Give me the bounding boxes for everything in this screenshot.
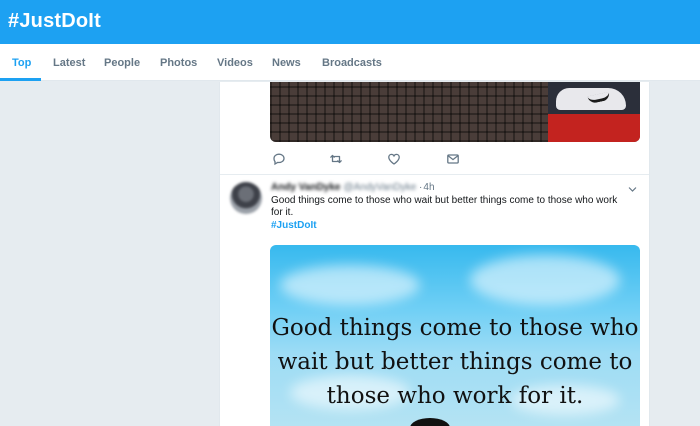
quote-line: wait but better things come to [277, 349, 633, 375]
cloud [280, 265, 420, 305]
image-dark-shape [410, 418, 450, 426]
tweet[interactable]: Andy VanDyke @AndyVanDyke ·4h Good things… [220, 175, 649, 426]
quote-line: Good things come to those who [271, 315, 639, 341]
quote-line: those who work for it. [326, 383, 584, 409]
header-bar: #JustDoIt [0, 0, 700, 44]
page-title: #JustDoIt [8, 10, 101, 32]
tab-latest[interactable]: Latest [53, 57, 85, 69]
tweet-header: Andy VanDyke @AndyVanDyke ·4h [271, 182, 435, 193]
previous-tweet-image[interactable] [270, 82, 640, 142]
tweet-image[interactable]: Good things come to those who wait but b… [270, 245, 640, 426]
timeline[interactable]: Andy VanDyke @AndyVanDyke ·4h Good things… [219, 82, 650, 426]
tweet-time[interactable]: 4h [423, 182, 434, 193]
tab-broadcasts[interactable]: Broadcasts [322, 57, 382, 69]
tweet-text: Good things come to those who wait but b… [271, 195, 618, 218]
sneaker-photo [548, 82, 640, 142]
image-quote-text: Good things come to those who wait but b… [270, 311, 640, 413]
time-separator: · [419, 182, 423, 193]
author-name[interactable]: Andy VanDyke [271, 182, 340, 193]
tab-photos[interactable]: Photos [160, 57, 197, 69]
author-handle[interactable]: @AndyVanDyke [343, 182, 416, 193]
like-icon[interactable] [387, 152, 401, 166]
chevron-down-icon[interactable] [628, 185, 637, 194]
cloud [470, 255, 620, 305]
tab-news[interactable]: News [272, 57, 301, 69]
tab-people[interactable]: People [104, 57, 140, 69]
hashtag-link[interactable]: #JustDoIt [271, 220, 317, 231]
avatar[interactable] [230, 182, 262, 214]
shoe-box [548, 114, 640, 142]
search-tabs: Top Latest People Photos Videos News Bro… [0, 44, 700, 81]
retweet-icon[interactable] [329, 152, 343, 166]
message-icon[interactable] [446, 152, 460, 166]
tab-videos[interactable]: Videos [217, 57, 253, 69]
tab-top[interactable]: Top [12, 57, 31, 69]
reply-icon[interactable] [272, 152, 286, 166]
grid-pattern-photo [270, 82, 548, 142]
active-tab-indicator [0, 78, 41, 81]
